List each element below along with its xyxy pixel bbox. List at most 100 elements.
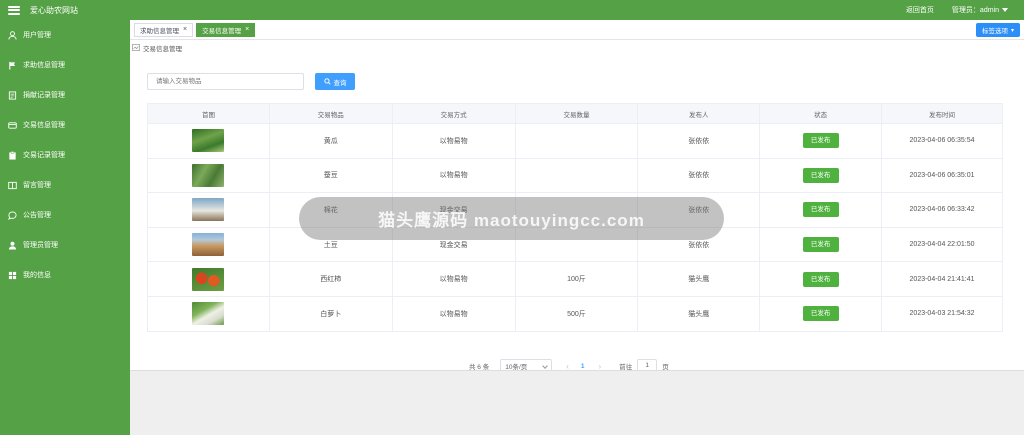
admin-menu[interactable]: 管理员：admin	[952, 5, 1008, 15]
sidebar-item-label: 公告管理	[23, 212, 51, 219]
grid-icon	[8, 271, 17, 280]
tomato-photo[interactable]	[192, 267, 225, 291]
home-link[interactable]: 返回首页	[906, 5, 934, 15]
potato-photo[interactable]	[192, 233, 225, 257]
sidebar-item-label: 管理员管理	[23, 242, 58, 249]
sidebar-item-admin-management[interactable]: 管理员管理	[0, 230, 130, 260]
item-cell: 黄瓜	[268, 123, 393, 159]
tab-options-button[interactable]: 标签选项 ▾	[975, 23, 1020, 37]
flag-icon	[8, 61, 17, 70]
search-input[interactable]	[147, 73, 304, 90]
sidebar-item-trade-info[interactable]: 交易信息管理	[0, 110, 130, 140]
column-header[interactable]: 发布时间	[881, 103, 1003, 124]
admin-label: 管理员：admin	[951, 7, 999, 14]
image-cell	[147, 158, 270, 194]
user-icon	[8, 30, 17, 40]
quantity-cell: 100斤	[514, 261, 639, 297]
search-button[interactable]: 查询	[315, 73, 355, 90]
watermark-overlay: 猫头鹰源码 maotouyingcc.com	[299, 197, 724, 240]
publisher-cell: 猫头鹰	[637, 296, 761, 332]
tab-help-info[interactable]: 求助信息管理 ×	[134, 22, 194, 37]
column-header[interactable]: 交易物品	[268, 103, 393, 124]
tabs-bar: 求助信息管理 × 交易信息管理 × 标签选项 ▾	[130, 20, 1024, 40]
sidebar-item-donation-records[interactable]: 捐献记录管理	[0, 80, 130, 110]
document-icon	[8, 90, 17, 100]
top-bar: 爱心助农网站 返回首页 管理员：admin	[0, 0, 1024, 20]
status-button[interactable]: 已发布	[802, 237, 839, 253]
admin-icon	[8, 241, 17, 250]
column-header[interactable]: 状态	[759, 103, 883, 124]
sidebar-item-trade-records[interactable]: 交易记录管理	[0, 140, 130, 170]
radish-photo[interactable]	[192, 302, 225, 326]
status-button[interactable]: 已发布	[802, 202, 839, 218]
chat-icon	[8, 210, 17, 220]
tab-options-label: 标签选项	[981, 28, 1008, 35]
page-number-current[interactable]: 1	[581, 363, 585, 370]
hamburger-menu-icon[interactable]	[8, 5, 20, 15]
status-button[interactable]: 已发布	[802, 306, 839, 322]
column-header[interactable]: 发布人	[637, 103, 761, 124]
method-cell: 以物易物	[391, 123, 516, 159]
site-title: 爱心助农网站	[30, 5, 78, 15]
item-cell: 蚕豆	[268, 158, 393, 194]
column-header[interactable]: 首图	[147, 103, 270, 124]
cotton-photo[interactable]	[192, 198, 225, 222]
publisher-cell: 张依依	[637, 123, 761, 159]
search-icon	[323, 78, 331, 85]
breadcrumb: 交易信息管理	[130, 40, 1024, 56]
table-row: 西红柿 以物易物 100斤 猫头鹰 已发布 2023-04-04 21:41:4…	[147, 261, 1003, 297]
image-cell	[147, 192, 270, 228]
broad-bean-photo[interactable]	[192, 163, 225, 187]
card-icon	[8, 121, 17, 130]
publisher-cell: 猫头鹰	[637, 261, 761, 297]
status-cell: 已发布	[759, 261, 883, 297]
book-icon	[8, 181, 17, 190]
sidebar-item-my-info[interactable]: 我的信息	[0, 260, 130, 290]
time-cell: 2023-04-06 06:35:54	[881, 123, 1003, 159]
time-cell: 2023-04-03 21:54:32	[881, 296, 1003, 332]
sidebar-item-user-management[interactable]: 用户管理	[0, 20, 130, 50]
tab-label: 交易信息管理	[202, 27, 242, 35]
quantity-cell: 500斤	[514, 296, 639, 332]
status-button[interactable]: 已发布	[802, 271, 839, 287]
item-cell: 白萝卜	[268, 296, 393, 332]
column-header[interactable]: 交易方式	[391, 103, 516, 124]
tab-label: 求助信息管理	[140, 27, 179, 35]
search-button-label: 查询	[333, 79, 347, 87]
sidebar-item-label: 求助信息管理	[23, 62, 65, 69]
sidebar-item-label: 用户管理	[23, 32, 51, 39]
method-cell: 以物易物	[391, 296, 516, 332]
close-icon[interactable]: ×	[245, 26, 249, 33]
image-cell	[147, 261, 270, 297]
status-cell: 已发布	[759, 296, 883, 332]
time-cell: 2023-04-04 22:01:50	[881, 227, 1003, 263]
sidebar: 用户管理 求助信息管理 捐献记录管理 交易信息管理 交易记录管理 留言管理 公告…	[0, 20, 130, 435]
chevron-down-icon	[542, 363, 549, 369]
method-cell: 以物易物	[391, 158, 516, 194]
sidebar-item-label: 留言管理	[23, 182, 51, 189]
publisher-cell: 张依依	[637, 158, 761, 194]
sidebar-item-label: 捐献记录管理	[23, 92, 65, 99]
quantity-cell	[514, 158, 639, 194]
status-cell: 已发布	[759, 158, 883, 194]
chevron-down-icon: ▾	[1010, 27, 1014, 34]
status-button[interactable]: 已发布	[802, 167, 839, 183]
tab-trade-info[interactable]: 交易信息管理 ×	[196, 22, 256, 37]
close-icon[interactable]: ×	[183, 26, 187, 33]
status-button[interactable]: 已发布	[802, 133, 839, 149]
column-header[interactable]: 交易数量	[514, 103, 639, 124]
table-row: 白萝卜 以物易物 500斤 猫头鹰 已发布 2023-04-03 21:54:3…	[147, 296, 1003, 332]
image-cell	[147, 123, 270, 159]
caret-down-icon	[1002, 8, 1008, 13]
status-cell: 已发布	[759, 123, 883, 159]
breadcrumb-label: 交易信息管理	[143, 46, 182, 53]
item-cell: 西红柿	[268, 261, 393, 297]
status-cell: 已发布	[759, 227, 883, 263]
cucumber-photo[interactable]	[192, 129, 225, 153]
footer-band	[130, 370, 1024, 435]
breadcrumb-icon	[132, 43, 140, 53]
sidebar-item-messages[interactable]: 留言管理	[0, 170, 130, 200]
sidebar-item-help-info[interactable]: 求助信息管理	[0, 50, 130, 80]
sidebar-item-announcements[interactable]: 公告管理	[0, 200, 130, 230]
quantity-cell	[514, 123, 639, 159]
